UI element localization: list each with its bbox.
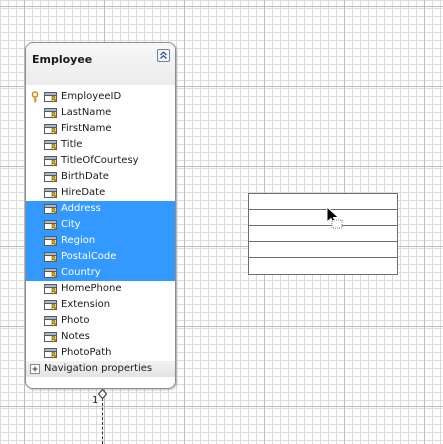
property-label: Country <box>61 267 101 278</box>
plus-icon[interactable] <box>30 364 40 374</box>
grid-major-line-horizontal <box>0 406 443 407</box>
entity-property[interactable]: Notes <box>26 329 175 345</box>
collapse-chevron-icon[interactable] <box>157 49 170 62</box>
property-icon <box>44 156 58 167</box>
property-label: Photo <box>61 315 90 326</box>
property-icon <box>44 188 58 199</box>
property-label: Title <box>61 139 83 150</box>
property-label: EmployeeID <box>61 91 122 102</box>
property-label: Extension <box>61 299 111 310</box>
entity-property-selected[interactable]: City <box>26 217 175 233</box>
property-icon <box>44 268 58 279</box>
property-label: City <box>61 219 81 230</box>
entity-property[interactable]: PhotoPath <box>26 345 175 361</box>
property-icon <box>44 140 58 151</box>
association-connector-line[interactable] <box>102 398 103 444</box>
drag-preview-row-line <box>249 257 397 258</box>
entity-property[interactable]: Title <box>26 137 175 153</box>
property-icon <box>44 220 58 231</box>
property-label: HomePhone <box>61 283 122 294</box>
entity-property-selected[interactable]: Country <box>26 265 175 281</box>
move-cursor-icon <box>326 206 343 229</box>
navigation-properties-label: Navigation properties <box>44 363 153 374</box>
navigation-properties-section[interactable]: Navigation properties <box>26 361 175 377</box>
drag-preview-row-line <box>249 209 397 210</box>
property-label: Notes <box>61 331 90 342</box>
entity-property[interactable]: HomePhone <box>26 281 175 297</box>
entity-property-selected[interactable]: PostalCode <box>26 249 175 265</box>
entity-property[interactable]: BirthDate <box>26 169 175 185</box>
entity-header[interactable]: Employee <box>26 43 175 85</box>
drag-preview-row-line <box>249 225 397 226</box>
property-icon <box>44 236 58 247</box>
property-icon <box>44 348 58 359</box>
entity-property[interactable]: LastName <box>26 105 175 121</box>
entity-property[interactable]: Extension <box>26 297 175 313</box>
property-label: TitleOfCourtesy <box>61 155 139 166</box>
drag-preview-row-line <box>249 241 397 242</box>
entity-key-property[interactable]: EmployeeID <box>26 89 175 105</box>
property-icon <box>44 204 58 215</box>
property-icon <box>44 172 58 183</box>
property-icon <box>44 124 58 135</box>
association-multiplicity: 1 <box>92 395 99 406</box>
grid-major-line-vertical <box>184 0 185 444</box>
entity-property[interactable]: TitleOfCourtesy <box>26 153 175 169</box>
property-label: LastName <box>61 107 112 118</box>
property-label: FirstName <box>61 123 112 134</box>
property-label: PhotoPath <box>61 347 112 358</box>
property-label: Address <box>61 203 101 214</box>
property-icon <box>44 92 58 103</box>
entity-property[interactable]: Photo <box>26 313 175 329</box>
key-icon <box>31 91 39 103</box>
property-label: PostalCode <box>61 251 117 262</box>
property-icon <box>44 316 58 327</box>
property-icon <box>44 284 58 295</box>
entity-property[interactable]: HireDate <box>26 185 175 201</box>
drag-preview-table <box>248 193 398 275</box>
property-icon <box>44 300 58 311</box>
property-icon <box>44 108 58 119</box>
entity-property[interactable]: FirstName <box>26 121 175 137</box>
entity-shape-employee[interactable]: Employee EmployeeID LastName FirstName T… <box>25 42 176 389</box>
grid-major-line-horizontal <box>0 6 443 7</box>
entity-title: Employee <box>32 53 93 66</box>
grid-major-line-vertical <box>424 0 425 444</box>
property-icon <box>44 252 58 263</box>
property-icon <box>44 332 58 343</box>
property-label: BirthDate <box>61 171 109 182</box>
entity-property-selected[interactable]: Region <box>26 233 175 249</box>
property-label: HireDate <box>61 187 106 198</box>
entity-property-selected[interactable]: Address <box>26 201 175 217</box>
property-label: Region <box>61 235 96 246</box>
